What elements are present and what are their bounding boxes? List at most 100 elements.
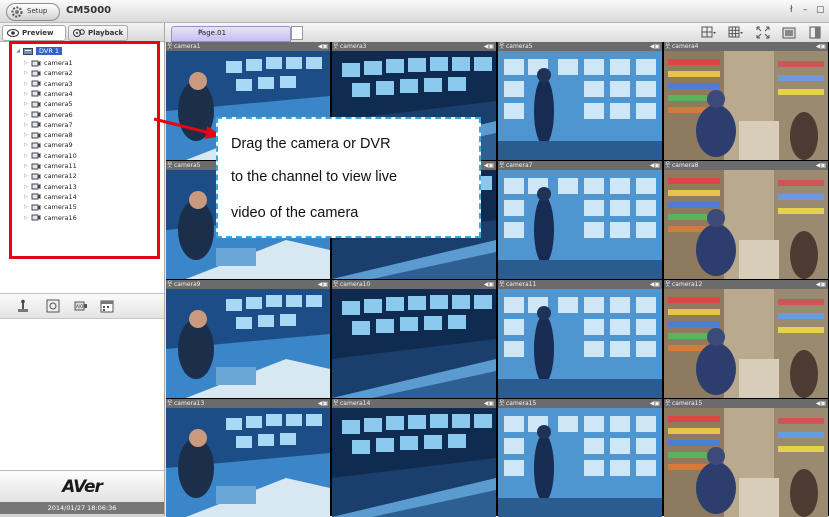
expand-arrow-icon[interactable]: ▷ <box>23 153 29 159</box>
audio-io-icon[interactable]: A/O <box>74 299 88 313</box>
audio-record-icon[interactable]: ◀▣ <box>318 280 328 289</box>
audio-record-icon[interactable]: ◀▣ <box>484 280 494 289</box>
panel-toggle-icon[interactable] <box>807 25 823 40</box>
expand-arrow-icon[interactable]: ▷ <box>23 173 29 179</box>
tree-node-camera[interactable]: ▷ camera14 <box>15 192 77 202</box>
layout-grid-icon[interactable] <box>728 25 744 40</box>
channel-person-icon: 웃 <box>333 400 339 407</box>
video-channel[interactable]: 웃 camera11 ◀▣ <box>498 280 662 398</box>
audio-record-icon[interactable]: ◀▣ <box>816 280 826 289</box>
video-channel[interactable]: 웃camera5 ◀▣ <box>498 42 662 160</box>
tree-node-camera[interactable]: ▷ camera4 <box>15 89 73 99</box>
snapshot-icon[interactable] <box>781 25 797 40</box>
eye-icon <box>7 29 19 37</box>
title-bar: Setup CM5000 ł – ▢ <box>0 0 829 23</box>
expand-arrow-icon[interactable]: ▷ <box>23 101 29 107</box>
tree-node-camera[interactable]: ▷ camera1 <box>15 58 73 68</box>
expand-arrow-icon[interactable]: ▷ <box>23 215 29 221</box>
tree-node-camera[interactable]: ▷ camera13 <box>15 182 77 192</box>
restore-icon[interactable]: ▢ <box>816 5 825 15</box>
tree-node-camera[interactable]: ▷ camera12 <box>15 171 77 181</box>
audio-record-icon[interactable]: ◀▣ <box>650 161 660 170</box>
camera-icon <box>31 193 41 200</box>
audio-record-icon[interactable]: ◀▣ <box>484 42 494 51</box>
tree-node-dvr[interactable]: ◢ DVR 1 <box>15 46 63 56</box>
tree-node-camera[interactable]: ▷ camera5 <box>15 99 73 109</box>
video-channel[interactable]: 웃 camera4 ◀▣ <box>664 42 828 160</box>
expand-arrow-icon[interactable]: ▷ <box>23 122 29 128</box>
tree-node-camera-label: camera12 <box>44 172 77 181</box>
audio-record-icon[interactable]: ◀▣ <box>318 42 328 51</box>
tree-node-camera-label: camera6 <box>44 110 73 119</box>
channel-header: 웃 camera7 ◀▣ <box>498 161 662 170</box>
expand-arrow-icon[interactable]: ▷ <box>23 70 29 76</box>
tree-node-camera[interactable]: ▷ camera3 <box>15 79 73 89</box>
video-channel[interactable]: 웃 camera14 ◀▣ <box>332 399 496 517</box>
video-channel[interactable]: 웃 camera15 ◀▣ <box>498 399 662 517</box>
audio-record-icon[interactable]: ◀▣ <box>816 161 826 170</box>
expand-arrow-icon[interactable]: ▷ <box>23 142 29 148</box>
audio-record-icon[interactable]: ◀▣ <box>650 399 660 408</box>
channel-name: camera14 <box>340 400 371 407</box>
tree-node-camera-label: camera3 <box>44 79 73 88</box>
expand-arrow-icon[interactable]: ▷ <box>23 184 29 190</box>
channel-header: 웃 camera3 ◀▣ <box>332 42 496 51</box>
layout-split-icon[interactable] <box>701 25 717 40</box>
expand-arrow-icon[interactable]: ▷ <box>23 91 29 97</box>
live-video-feed <box>332 408 496 517</box>
expand-arrow-icon[interactable]: ▷ <box>23 81 29 87</box>
fullscreen-icon[interactable] <box>755 25 771 40</box>
tree-node-camera[interactable]: ▷ camera10 <box>15 151 77 161</box>
expand-arrow-icon[interactable]: ▷ <box>23 204 29 210</box>
tree-node-camera[interactable]: ▷ camera2 <box>15 68 73 78</box>
tree-node-camera[interactable]: ▷ camera7 <box>15 120 73 130</box>
tree-node-camera[interactable]: ▷ camera16 <box>15 213 77 223</box>
audio-record-icon[interactable]: ◀▣ <box>650 280 660 289</box>
audio-record-icon[interactable]: ◀▣ <box>484 399 494 408</box>
calendar-icon[interactable] <box>100 299 114 313</box>
expand-arrow-icon[interactable]: ▷ <box>23 163 29 169</box>
channel-person-icon: 웃 <box>665 400 671 407</box>
video-channel[interactable]: 웃 camera15 ◀▣ <box>664 399 828 517</box>
ptz-joystick-icon[interactable] <box>16 299 30 313</box>
camera-icon <box>31 204 41 211</box>
camera-icon <box>31 80 41 87</box>
channel-name: camera9 <box>174 281 201 288</box>
expand-arrow-icon[interactable]: ▷ <box>23 194 29 200</box>
audio-record-icon[interactable]: ◀▣ <box>484 161 494 170</box>
expand-arrow-icon[interactable]: ▷ <box>23 132 29 138</box>
tree-node-camera[interactable]: ▷ camera9 <box>15 140 73 150</box>
video-channel[interactable]: 웃 camera12 ◀▣ <box>664 280 828 398</box>
tree-node-camera[interactable]: ▷ camera6 <box>15 110 73 120</box>
video-channel[interactable]: 웃 camera13 ◀▣ <box>166 399 330 517</box>
audio-record-icon[interactable]: ◀▣ <box>816 399 826 408</box>
expand-arrow-icon[interactable]: ▷ <box>23 112 29 118</box>
video-channel[interactable]: 웃 camera8 ◀▣ <box>664 161 828 279</box>
pin-icon[interactable]: ł <box>790 5 793 15</box>
video-channel[interactable]: 웃 camera7 ◀▣ <box>498 161 662 279</box>
image-settings-icon[interactable] <box>46 299 60 313</box>
tree-node-camera[interactable]: ▷ camera11 <box>15 161 77 171</box>
minimize-icon[interactable]: – <box>803 5 808 15</box>
camera-icon <box>31 121 41 128</box>
tab-preview[interactable]: Preview <box>2 25 66 41</box>
tab-page-01[interactable]: Page.01 × <box>171 26 291 42</box>
setup-button[interactable]: Setup <box>6 3 60 21</box>
add-page-button[interactable] <box>291 26 303 40</box>
tree-node-camera[interactable]: ▷ camera8 <box>15 130 73 140</box>
collapse-arrow-icon[interactable]: ◢ <box>15 48 21 54</box>
video-channel[interactable]: 웃 camera9 ◀▣ <box>166 280 330 398</box>
tab-preview-label: Preview <box>22 29 54 37</box>
audio-record-icon[interactable]: ◀▣ <box>816 42 826 51</box>
tree-node-camera[interactable]: ▷ camera15 <box>15 202 77 212</box>
tree-node-camera-label: camera13 <box>44 182 77 191</box>
channel-name: camera4 <box>672 43 699 50</box>
audio-record-icon[interactable]: ◀▣ <box>318 399 328 408</box>
tab-playback[interactable]: Playback <box>68 25 128 41</box>
video-channel[interactable]: 웃 camera10 ◀▣ <box>332 280 496 398</box>
audio-record-icon[interactable]: ◀▣ <box>650 42 660 51</box>
live-video-feed <box>332 289 496 398</box>
close-page-icon[interactable]: × <box>198 27 285 35</box>
channel-header: 웃 camera8 ◀▣ <box>664 161 828 170</box>
expand-arrow-icon[interactable]: ▷ <box>23 60 29 66</box>
